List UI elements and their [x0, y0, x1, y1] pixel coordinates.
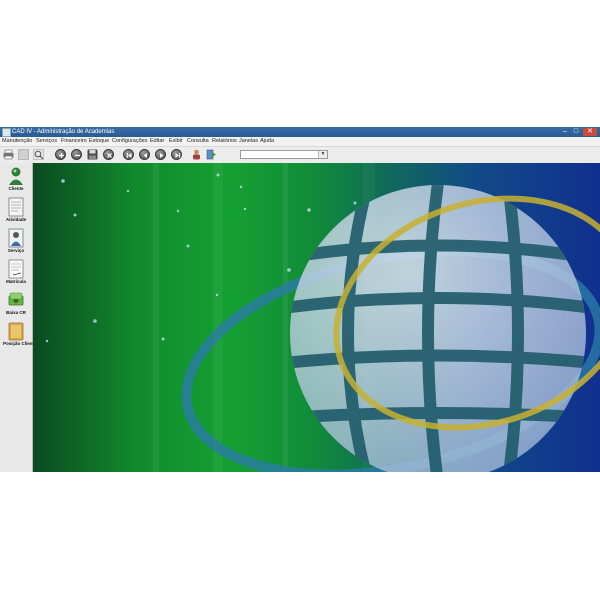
sidebar-item-label: Matrícula [6, 279, 26, 284]
sidebar-item-atividade[interactable]: Atividade [3, 196, 29, 226]
printer-icon[interactable] [3, 149, 14, 160]
folder-icon [8, 321, 24, 341]
menu-relatorios[interactable]: Relatórios [212, 137, 237, 146]
sidebar-item-servico[interactable]: Serviço [3, 227, 29, 257]
menu-bar: Manutenção Serviços Financeiro Estoque C… [0, 137, 600, 147]
zoom-icon[interactable] [33, 149, 44, 160]
search-combo[interactable]: ▼ [240, 150, 328, 159]
money-icon [8, 290, 24, 310]
sidebar-item-label: Cliente [8, 186, 24, 191]
enrollment-icon [8, 259, 24, 279]
menu-estoque[interactable]: Estoque [89, 137, 109, 146]
sidebar-item-label: Posição Cliente [3, 341, 37, 346]
sidebar-item-matricula[interactable]: Matrícula [3, 258, 29, 288]
save-icon[interactable] [87, 149, 98, 160]
menu-editar[interactable]: Editar [150, 137, 164, 146]
service-icon [8, 228, 24, 248]
chevron-down-icon[interactable]: ▼ [318, 151, 327, 158]
app-window: CAD IV - Administração de Academias – □ … [0, 127, 600, 472]
remove-icon[interactable] [71, 149, 82, 160]
sidebar-item-posicao-cliente[interactable]: Posição Cliente [3, 320, 37, 350]
close-button[interactable]: ✕ [583, 128, 597, 136]
menu-exibir[interactable]: Exibir [169, 137, 183, 146]
maximize-button[interactable]: □ [571, 128, 581, 136]
menu-servicos[interactable]: Serviços [36, 137, 57, 146]
add-icon[interactable] [55, 149, 66, 160]
sidebar-item-label: Baixa CR [6, 310, 26, 315]
sidebar-item-cliente[interactable]: Cliente [3, 165, 29, 195]
menu-financeiro[interactable]: Financeiro [61, 137, 87, 146]
menu-janelas[interactable]: Janelas [239, 137, 258, 146]
menu-configuracoes[interactable]: Configurações [112, 137, 147, 146]
activity-icon [8, 197, 24, 217]
sidebar-item-label: Serviço [7, 248, 25, 253]
first-icon[interactable] [123, 149, 134, 160]
prev-icon[interactable] [139, 149, 150, 160]
minimize-button[interactable]: – [560, 128, 570, 136]
blank-icon[interactable] [18, 149, 29, 160]
exit-icon[interactable] [206, 149, 217, 160]
desktop-wallpaper [33, 163, 600, 472]
toolbar: ▼ [0, 147, 600, 164]
user-icon[interactable] [191, 149, 202, 160]
title-bar[interactable]: CAD IV - Administração de Academias – □ … [0, 127, 600, 137]
sidebar-item-baixa-cr[interactable]: Baixa CR [3, 289, 29, 319]
sidebar: Cliente Atividade Serviço Matrícula Baix… [0, 163, 37, 472]
sidebar-item-label: Atividade [5, 217, 27, 222]
globe-wallpaper [45, 163, 600, 472]
menu-manutencao[interactable]: Manutenção [2, 137, 32, 146]
client-icon [8, 166, 24, 186]
app-icon[interactable] [2, 128, 11, 137]
cancel-icon[interactable] [103, 149, 114, 160]
menu-consulta[interactable]: Consulta [187, 137, 209, 146]
next-icon[interactable] [155, 149, 166, 160]
menu-ajuda[interactable]: Ajuda [260, 137, 274, 146]
window-title: CAD IV - Administração de Academias [12, 129, 115, 135]
last-icon[interactable] [171, 149, 182, 160]
